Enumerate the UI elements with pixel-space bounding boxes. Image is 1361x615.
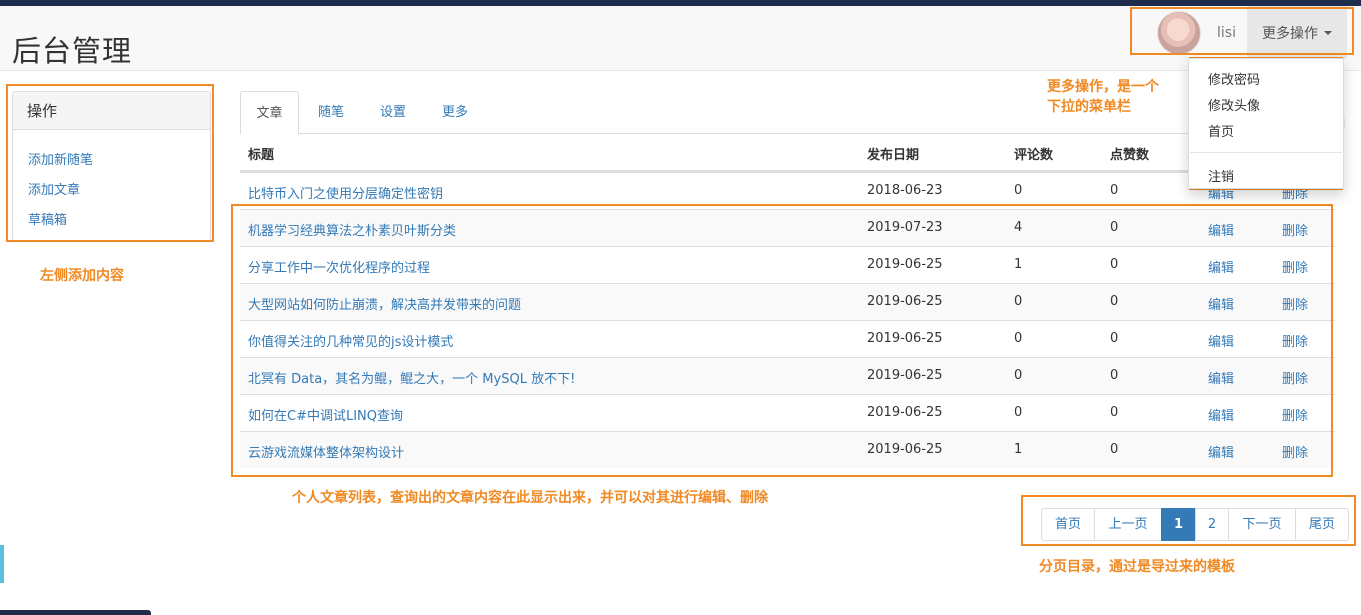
column-header-comments: 评论数 xyxy=(1014,148,1054,163)
table-row: 如何在C#中调试LINQ查询 2019-06-25 0 0 编辑 删除 xyxy=(240,394,1335,431)
annotation-text-table: 个人文章列表，查询出的文章内容在此显示出来，并可以对其进行编辑、删除 xyxy=(292,490,768,506)
table-row: 云游戏流媒体整体架构设计 2019-06-25 1 0 编辑 删除 xyxy=(240,431,1335,468)
page-first-button[interactable]: 首页 xyxy=(1041,508,1095,541)
article-title-link[interactable]: 大型网站如何防止崩溃，解决高并发带来的问题 xyxy=(248,294,521,313)
edit-link[interactable]: 编辑 xyxy=(1208,257,1234,276)
article-date: 2018-06-23 xyxy=(867,183,943,198)
annotation-text-dropdown-1: 更多操作，是一个 xyxy=(1047,79,1159,95)
article-comments: 0 xyxy=(1014,368,1023,383)
dropdown-item-logout[interactable]: 注销 xyxy=(1208,166,1234,185)
page-title: 后台管理 xyxy=(12,34,133,68)
tab-essays[interactable]: 随笔 xyxy=(318,91,344,134)
side-accent-bar xyxy=(0,545,4,583)
delete-link[interactable]: 删除 xyxy=(1282,331,1308,350)
table-row: 机器学习经典算法之朴素贝叶斯分类 2019-07-23 4 0 编辑 删除 xyxy=(240,209,1335,246)
tab-articles[interactable]: 文章 xyxy=(240,91,299,135)
article-date: 2019-06-25 xyxy=(867,331,943,346)
page-number-2[interactable]: 2 xyxy=(1195,508,1229,541)
article-likes: 0 xyxy=(1110,257,1119,272)
more-operations-label: 更多操作 xyxy=(1262,25,1318,42)
article-date: 2019-06-25 xyxy=(867,368,943,383)
delete-link[interactable]: 删除 xyxy=(1282,294,1308,313)
article-title-link[interactable]: 分享工作中一次优化程序的过程 xyxy=(248,257,430,276)
dropdown-item-change-avatar[interactable]: 修改头像 xyxy=(1208,95,1260,114)
caret-down-icon xyxy=(1324,30,1332,35)
annotation-text-sidebar: 左侧添加内容 xyxy=(40,268,124,284)
delete-link[interactable]: 删除 xyxy=(1282,442,1308,461)
edit-link[interactable]: 编辑 xyxy=(1208,442,1234,461)
edit-link[interactable]: 编辑 xyxy=(1208,368,1234,387)
table-row: 你值得关注的几种常见的js设计模式 2019-06-25 0 0 编辑 删除 xyxy=(240,320,1335,357)
avatar[interactable] xyxy=(1157,10,1201,55)
delete-link[interactable]: 删除 xyxy=(1282,405,1308,424)
article-title-link[interactable]: 你值得关注的几种常见的js设计模式 xyxy=(248,331,453,350)
article-likes: 0 xyxy=(1110,331,1119,346)
article-comments: 0 xyxy=(1014,183,1023,198)
article-date: 2019-06-25 xyxy=(867,442,943,457)
article-title-link[interactable]: 北冥有 Data，其名为鲲，鲲之大，一个 MySQL 放不下! xyxy=(248,368,575,387)
edit-link[interactable]: 编辑 xyxy=(1208,220,1234,239)
bottom-taskbar xyxy=(0,610,151,615)
article-title-link[interactable]: 如何在C#中调试LINQ查询 xyxy=(248,405,403,424)
article-title-link[interactable]: 云游戏流媒体整体架构设计 xyxy=(248,442,404,461)
article-likes: 0 xyxy=(1110,183,1119,198)
table-row: 北冥有 Data，其名为鲲，鲲之大，一个 MySQL 放不下! 2019-06-… xyxy=(240,357,1335,394)
tab-settings[interactable]: 设置 xyxy=(380,91,406,134)
sidebar-link-add-essay[interactable]: 添加新随笔 xyxy=(28,149,93,168)
article-comments: 0 xyxy=(1014,331,1023,346)
article-comments: 1 xyxy=(1014,257,1023,272)
article-comments: 0 xyxy=(1014,405,1023,420)
article-comments: 0 xyxy=(1014,294,1023,309)
annotation-text-dropdown-2: 下拉的菜单栏 xyxy=(1047,99,1131,115)
page-last-button[interactable]: 尾页 xyxy=(1295,508,1349,541)
sidebar-link-add-article[interactable]: 添加文章 xyxy=(28,179,80,198)
operations-panel: 操作 添加新随笔 添加文章 草稿箱 xyxy=(12,91,211,241)
table-row: 比特币入门之使用分层确定性密钥 2018-06-23 0 0 编辑 删除 xyxy=(240,172,1335,209)
edit-link[interactable]: 编辑 xyxy=(1208,331,1234,350)
delete-link[interactable]: 删除 xyxy=(1282,368,1308,387)
username-label[interactable]: lisi xyxy=(1217,25,1249,41)
article-likes: 0 xyxy=(1110,368,1119,383)
article-likes: 0 xyxy=(1110,405,1119,420)
page-number-1[interactable]: 1 xyxy=(1161,508,1196,541)
panel-title: 操作 xyxy=(13,92,210,130)
user-area[interactable]: lisi xyxy=(1148,6,1249,59)
more-operations-button[interactable]: 更多操作 xyxy=(1247,6,1347,59)
article-likes: 0 xyxy=(1110,442,1119,457)
delete-link[interactable]: 删除 xyxy=(1282,257,1308,276)
column-header-likes: 点赞数 xyxy=(1110,148,1150,163)
dropdown-divider xyxy=(1190,152,1342,153)
page-prev-button[interactable]: 上一页 xyxy=(1094,508,1162,541)
article-date: 2019-06-25 xyxy=(867,405,943,420)
dropdown-item-home[interactable]: 首页 xyxy=(1208,121,1234,140)
table-header: 标题 发布日期 评论数 点赞数 xyxy=(240,134,1335,172)
edit-link[interactable]: 编辑 xyxy=(1208,405,1234,424)
edit-link[interactable]: 编辑 xyxy=(1208,294,1234,313)
article-likes: 0 xyxy=(1110,294,1119,309)
article-date: 2019-07-23 xyxy=(867,220,943,235)
more-operations-dropdown: 修改密码 修改头像 首页 注销 xyxy=(1188,58,1344,189)
content-tabs: 文章 随笔 设置 更多 xyxy=(240,91,1335,135)
sidebar-link-drafts[interactable]: 草稿箱 xyxy=(28,209,67,228)
article-title-link[interactable]: 机器学习经典算法之朴素贝叶斯分类 xyxy=(248,220,456,239)
page-next-button[interactable]: 下一页 xyxy=(1228,508,1296,541)
article-date: 2019-06-25 xyxy=(867,294,943,309)
article-comments: 1 xyxy=(1014,442,1023,457)
article-likes: 0 xyxy=(1110,220,1119,235)
article-date: 2019-06-25 xyxy=(867,257,943,272)
pagination: 首页 上一页 1 2 下一页 尾页 xyxy=(1041,508,1349,541)
column-header-date: 发布日期 xyxy=(867,148,920,163)
column-header-title: 标题 xyxy=(248,148,275,163)
article-comments: 4 xyxy=(1014,220,1023,235)
tab-more[interactable]: 更多 xyxy=(442,91,468,134)
delete-link[interactable]: 删除 xyxy=(1282,220,1308,239)
dropdown-item-change-password[interactable]: 修改密码 xyxy=(1208,69,1260,88)
table-row: 分享工作中一次优化程序的过程 2019-06-25 1 0 编辑 删除 xyxy=(240,246,1335,283)
table-row: 大型网站如何防止崩溃，解决高并发带来的问题 2019-06-25 0 0 编辑 … xyxy=(240,283,1335,320)
article-title-link[interactable]: 比特币入门之使用分层确定性密钥 xyxy=(248,183,443,202)
annotation-text-pagination: 分页目录，通过是导过来的模板 xyxy=(1039,559,1235,575)
